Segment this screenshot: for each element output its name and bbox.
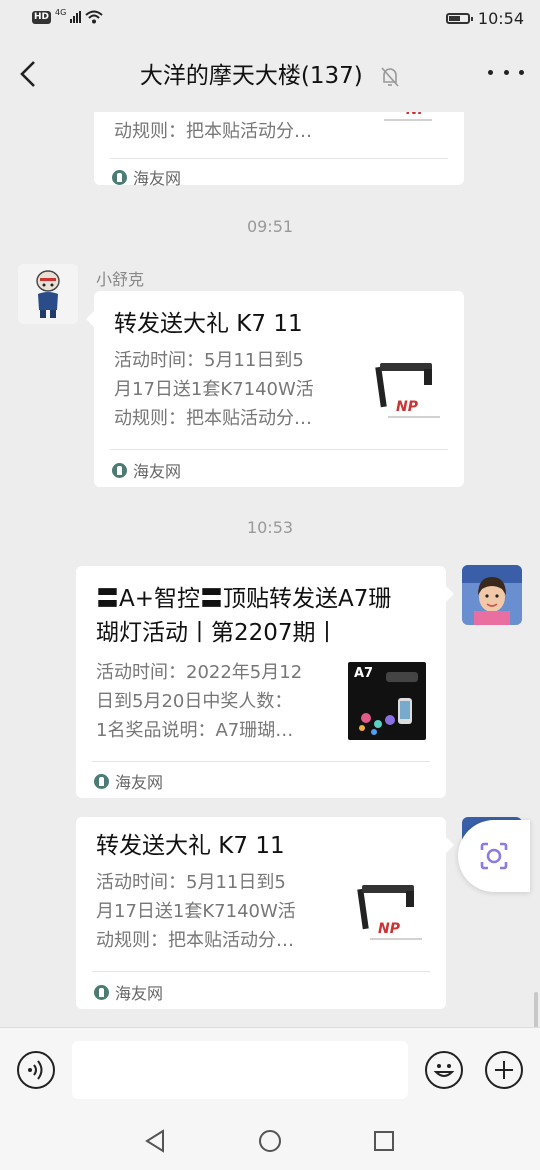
avatar-photo-icon	[462, 565, 522, 625]
plus-icon[interactable]	[485, 1051, 523, 1089]
card-thumbnail: NP	[375, 363, 440, 418]
bell-off-icon	[381, 66, 399, 87]
card-title: 〓A+智控〓顶贴转发送A7珊 瑚灯活动丨第2207期丨	[96, 586, 392, 646]
network-type: 4G	[55, 7, 67, 17]
emoji-icon[interactable]	[425, 1051, 463, 1089]
card-source: 海友网	[112, 165, 181, 189]
card-thumbnail: NP	[384, 112, 432, 121]
source-logo-icon	[112, 462, 127, 478]
card-description: 活动时间：5月11日到5 月17日送1套K7140W活 动规则：把本贴活动分…	[96, 872, 296, 951]
shared-link-card[interactable]: 〓A+智控〓顶贴转发送A7珊 瑚灯活动丨第2207期丨 活动时间：2022年5月…	[76, 566, 454, 798]
card-description: 动规则：把本贴活动分…	[114, 121, 312, 142]
source-logo-icon	[94, 773, 109, 789]
chat-title: 大洋的摩天大楼(137)	[139, 63, 363, 89]
source-logo-icon	[112, 169, 127, 185]
card-title: 转发送大礼 K7 11	[114, 311, 303, 337]
system-nav-bar	[0, 1112, 540, 1170]
card-description: 活动时间：2022年5月12 日到5月20日中奖人数： 1名奖品说明：A7珊瑚…	[96, 662, 303, 741]
svg-text:NP: NP	[396, 399, 419, 415]
card-source: 海友网	[94, 980, 163, 1004]
avatar[interactable]	[18, 264, 78, 324]
timestamp: 09:51	[246, 217, 294, 236]
more-dots-icon[interactable]	[488, 62, 524, 82]
shared-link-card[interactable]: 转发送大礼 K7 11 活动时间：5月11日到5 月17日送1套K7140W活 …	[86, 291, 464, 487]
signal-bars-icon	[70, 11, 82, 23]
card-thumbnail: NP	[357, 885, 422, 940]
battery-icon	[445, 13, 473, 24]
card-source: 海友网	[94, 769, 163, 793]
scrollbar[interactable]	[534, 992, 538, 1027]
chat-header: 大洋的摩天大楼(137)	[0, 36, 540, 112]
card-description: 活动时间：5月11日到5 月17日送1套K7140W活 动规则：把本贴活动分…	[114, 350, 314, 429]
hd-badge: HD	[32, 10, 52, 24]
source-logo-icon	[94, 984, 109, 1000]
card-source-label: 海友网	[133, 169, 182, 188]
floating-scan-button[interactable]	[458, 820, 530, 892]
wifi-icon	[85, 10, 103, 24]
triangle-back-icon[interactable]	[143, 1129, 167, 1153]
svg-text:NP: NP	[378, 921, 401, 937]
clock: 10:54	[477, 9, 524, 28]
card-thumbnail: A7	[348, 662, 426, 740]
avatar[interactable]	[462, 565, 522, 625]
voice-icon[interactable]	[17, 1051, 55, 1089]
composer-bar	[0, 1027, 540, 1113]
card-title: 转发送大礼 K7 11	[96, 833, 285, 859]
card-source-label: 海友网	[115, 773, 164, 792]
timestamp: 10:53	[246, 518, 294, 537]
sender-name: 小舒克	[96, 270, 145, 289]
status-bar: HD 4G 10:54	[0, 0, 540, 36]
message-input[interactable]	[72, 1041, 408, 1099]
card-source-label: 海友网	[133, 462, 182, 481]
card-source: 海友网	[112, 458, 181, 482]
shared-link-card[interactable]: 转发送大礼 K7 11 活动时间：5月11日到5 月17日送1套K7140W活 …	[76, 817, 454, 1009]
svg-text:NP: NP	[406, 112, 429, 118]
card-source-label: 海友网	[115, 984, 164, 1003]
signal-indicators: HD 4G	[32, 7, 103, 24]
square-recent-icon[interactable]	[373, 1130, 395, 1152]
scan-icon	[480, 842, 508, 870]
shared-link-card[interactable]: 动规则：把本贴活动分… NP 海友网	[94, 112, 464, 188]
circle-home-icon[interactable]	[258, 1129, 282, 1153]
avatar-figure-icon	[18, 264, 78, 324]
